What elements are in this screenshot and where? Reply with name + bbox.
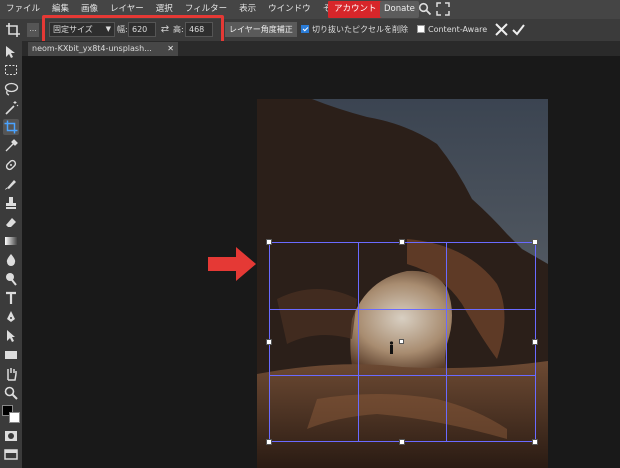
layer-angle-button[interactable]: レイヤー角度補正 xyxy=(225,22,297,37)
brush-icon[interactable] xyxy=(3,176,19,192)
gradient-tool-icon[interactable] xyxy=(3,233,19,249)
lasso-tool-icon[interactable] xyxy=(3,81,19,97)
content-aware-label: Content-Aware xyxy=(428,25,488,34)
menu-window[interactable]: ウインドウ xyxy=(262,0,317,19)
screen-mode-icon[interactable] xyxy=(3,446,19,462)
close-icon[interactable]: ✕ xyxy=(167,42,174,56)
account-button[interactable]: アカウント xyxy=(328,1,383,18)
magic-wand-icon[interactable] xyxy=(3,100,19,116)
crop-handle-top-right[interactable] xyxy=(532,239,538,245)
eyedropper-icon[interactable] xyxy=(3,138,19,154)
fullscreen-icon[interactable] xyxy=(436,2,450,16)
crop-handle-top[interactable] xyxy=(399,239,405,245)
clone-stamp-icon[interactable] xyxy=(3,195,19,211)
document-tab-bar: neom-KXbit_yx8t4-unsplash... ✕ xyxy=(22,41,620,56)
crop-handle-bottom-left[interactable] xyxy=(266,439,272,445)
tools-panel xyxy=(0,41,22,468)
menu-file[interactable]: ファイル xyxy=(0,0,46,19)
grid-line xyxy=(270,309,535,310)
background-color-swatch[interactable] xyxy=(9,412,20,423)
text-tool-icon[interactable] xyxy=(3,290,19,306)
pen-tool-icon[interactable] xyxy=(3,309,19,325)
crop-handle-top-left[interactable] xyxy=(266,239,272,245)
crop-handle-left[interactable] xyxy=(266,339,272,345)
search-icon[interactable] xyxy=(418,2,432,16)
donate-button[interactable]: Donate xyxy=(380,1,419,18)
delete-cropped-checkbox[interactable] xyxy=(301,25,309,33)
arrow-icon xyxy=(208,247,256,281)
marquee-tool-icon[interactable] xyxy=(3,62,19,78)
menu-view[interactable]: 表示 xyxy=(233,0,262,19)
crop-handle-bottom-right[interactable] xyxy=(532,439,538,445)
crop-icon xyxy=(6,23,20,37)
more-options-button[interactable]: ... xyxy=(27,23,39,37)
document-tab[interactable]: neom-KXbit_yx8t4-unsplash... ✕ xyxy=(28,42,178,56)
hand-tool-icon[interactable] xyxy=(3,366,19,382)
blur-drop-icon[interactable] xyxy=(3,252,19,268)
shape-tool-icon[interactable] xyxy=(3,347,19,363)
grid-line xyxy=(270,375,535,376)
move-tool-icon[interactable] xyxy=(3,44,19,60)
crop-tool-icon[interactable] xyxy=(3,119,19,135)
grid-line xyxy=(358,243,359,441)
content-aware-checkbox[interactable] xyxy=(417,25,425,33)
path-select-icon[interactable] xyxy=(3,328,19,344)
healing-brush-icon[interactable] xyxy=(3,157,19,173)
grid-line xyxy=(446,243,447,441)
zoom-tool-icon[interactable] xyxy=(3,385,19,401)
eraser-icon[interactable] xyxy=(3,214,19,230)
crop-center-point[interactable] xyxy=(399,339,404,344)
crop-handle-right[interactable] xyxy=(532,339,538,345)
crop-handle-bottom[interactable] xyxy=(399,439,405,445)
confirm-icon[interactable] xyxy=(511,22,526,37)
document-tab-title: neom-KXbit_yx8t4-unsplash... xyxy=(32,44,152,53)
highlight-box xyxy=(42,15,224,44)
dodge-tool-icon[interactable] xyxy=(3,271,19,287)
quick-mask-icon[interactable] xyxy=(3,428,19,444)
cancel-icon[interactable] xyxy=(494,22,509,37)
delete-cropped-label: 切り抜いたピクセルを削除 xyxy=(312,25,408,34)
